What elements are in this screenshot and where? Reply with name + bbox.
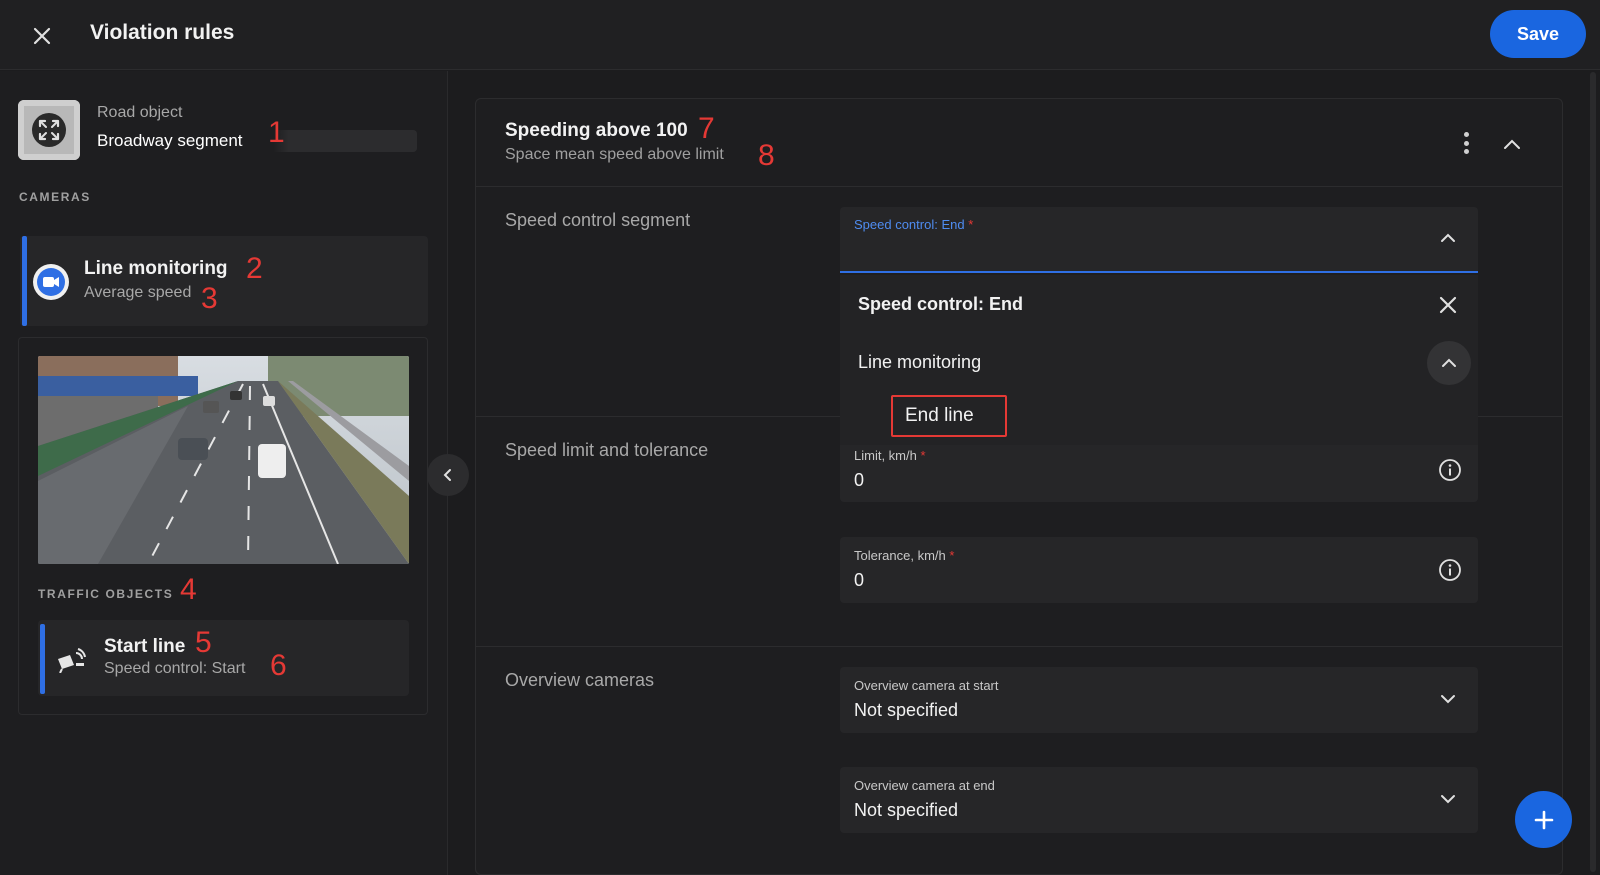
tolerance-value[interactable]: 0	[854, 570, 864, 591]
annotation-5: 5	[195, 626, 212, 659]
chevron-up-icon	[1442, 358, 1456, 367]
close-button[interactable]	[24, 18, 60, 54]
overview-cameras-title: Overview cameras	[505, 670, 655, 690]
chevron-down-icon[interactable]	[1436, 687, 1460, 711]
tolerance-field[interactable]	[840, 537, 1478, 603]
camera-card[interactable]	[20, 236, 428, 326]
dropdown-group-toggle[interactable]	[1427, 341, 1471, 385]
close-icon	[33, 27, 51, 45]
chevron-up-icon	[1441, 233, 1455, 242]
camera-title: Line monitoring	[84, 258, 228, 279]
limit-field[interactable]	[840, 445, 1478, 502]
annotation-2: 2	[246, 252, 263, 285]
speed-control-select-label: Speed control: End *	[854, 217, 974, 232]
dropdown-selected-value: Speed control: End	[858, 294, 1024, 314]
traffic-object-selected-indicator	[40, 624, 45, 694]
speed-limit-tolerance-title: Speed limit and tolerance	[505, 440, 709, 460]
traffic-object-title: Start line	[104, 636, 186, 657]
road-object-icon	[18, 100, 80, 160]
overview-camera-start-label: Overview camera at start	[854, 678, 999, 693]
camera-icon	[33, 264, 69, 300]
annotation-7: 7	[698, 112, 715, 145]
chevron-up-icon	[1504, 139, 1520, 149]
annotation-6: 6	[270, 649, 287, 682]
divider	[476, 186, 1562, 187]
annotation-1: 1	[268, 116, 285, 149]
kebab-menu-icon[interactable]	[1454, 128, 1478, 158]
overview-camera-end-label: Overview camera at end	[854, 778, 995, 793]
main-scrollbar[interactable]	[1590, 72, 1596, 872]
camera-selected-indicator	[22, 236, 27, 326]
page-title: Violation rules	[90, 21, 235, 44]
traffic-object-card[interactable]	[38, 620, 409, 696]
road-object-label: Road object	[97, 104, 183, 121]
close-icon	[1439, 296, 1457, 314]
annotation-3: 3	[201, 282, 218, 315]
dropdown-group-line-monitoring[interactable]: Line monitoring	[858, 352, 981, 373]
overview-camera-end-value: Not specified	[854, 800, 959, 820]
select-chevron[interactable]	[1436, 226, 1460, 250]
dropdown-option-end-line[interactable]: End line	[891, 395, 1007, 437]
limit-value[interactable]: 0	[854, 470, 864, 491]
annotation-8: 8	[758, 139, 775, 172]
traffic-object-subtitle: Speed control: Start	[104, 660, 246, 677]
chevron-left-icon	[443, 469, 451, 481]
tolerance-label: Tolerance, km/h *	[854, 548, 955, 563]
road-object-value[interactable]: Broadway segment	[97, 130, 417, 152]
chevron-down-icon[interactable]	[1436, 787, 1460, 811]
cameras-section-label: CAMERAS	[19, 190, 91, 204]
app-header	[0, 0, 1600, 70]
info-icon[interactable]	[1437, 457, 1463, 483]
plus-icon	[1534, 810, 1553, 829]
divider	[476, 646, 1562, 647]
info-icon[interactable]	[1437, 557, 1463, 583]
annotation-4: 4	[180, 573, 197, 606]
save-button[interactable]: Save	[1490, 10, 1586, 58]
rule-title: Speeding above 100	[505, 120, 688, 141]
limit-label: Limit, km/h *	[854, 448, 926, 463]
clear-selection-button[interactable]	[1436, 293, 1460, 317]
collapse-rule-button[interactable]	[1496, 130, 1528, 158]
line-sensor-icon	[56, 645, 86, 675]
overview-camera-start-value: Not specified	[854, 700, 959, 720]
rule-subtitle: Space mean speed above limit	[505, 146, 724, 163]
camera-subtitle: Average speed	[84, 284, 192, 301]
collapse-sidebar-button[interactable]	[427, 454, 469, 496]
camera-preview-image[interactable]	[38, 356, 409, 564]
traffic-objects-label: TRAFFIC OBJECTS	[38, 587, 174, 601]
add-rule-button[interactable]	[1515, 791, 1572, 848]
speed-control-segment-title: Speed control segment	[505, 210, 691, 230]
